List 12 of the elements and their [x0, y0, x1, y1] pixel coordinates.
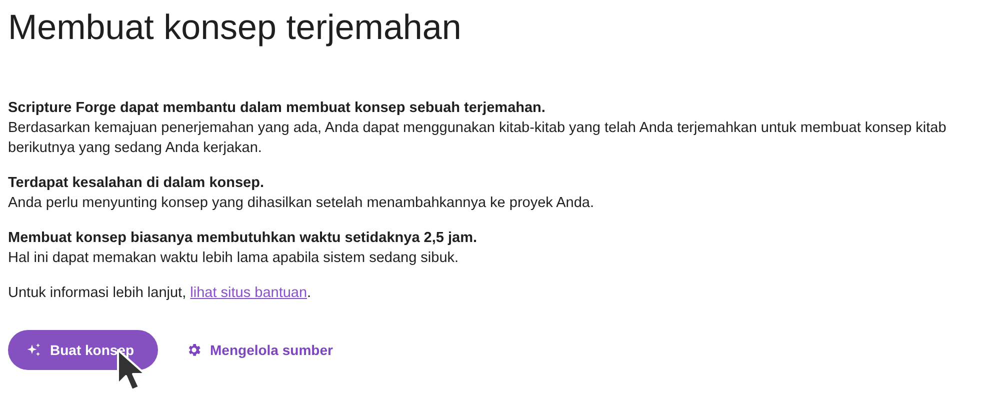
- section-text: Anda perlu menyunting konsep yang dihasilkan setelah menambahkannya ke proyek Anda.: [8, 194, 596, 213]
- section-heading: Membuat konsep biasanya membutuhkan waktu setidaknya 2,5 jam.: [8, 229, 478, 248]
- help-link[interactable]: lihat situs bantuan: [190, 285, 308, 301]
- section-text: Berdasarkan kemajuan penerjemahan yang ada, Anda dapat menggunakan kitab-kitab yang telah Anda terjemahkan untuk membuat konsep kitab berikutnya yang sedang Anda kerjakan.: [8, 119, 948, 158]
- manage-button[interactable]: Mengelola sumber: [178, 330, 341, 370]
- section-heading: Terdapat kesalahan di dalam konsep.: [8, 174, 265, 193]
- info-text: Untuk informasi lebih lanjut, lihat situs bantuan.: [8, 284, 312, 303]
- section-heading: Scripture Forge dapat membantu dalam membuat konsep sebuah terjemahan.: [8, 99, 546, 118]
- section-text: Hal ini dapat memakan waktu lebih lama apabila sistem sedang sibuk.: [8, 249, 460, 268]
- page-title: Membuat konsep terjemahan: [8, 8, 462, 48]
- sparkle-icon: [26, 342, 42, 358]
- settings-icon: [186, 342, 202, 358]
